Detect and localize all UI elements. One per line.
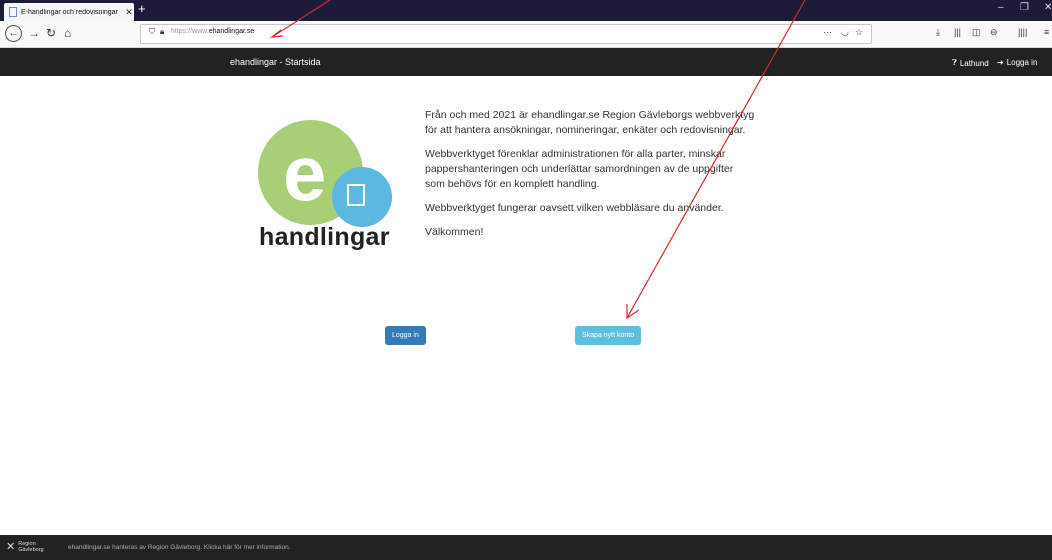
site-footer: ✕ Region Gävleborg ehandlingar.se hanter… xyxy=(0,535,1052,560)
lock-icon[interactable]: 🔒︎ xyxy=(160,27,164,37)
site-title[interactable]: ehandlingar - Startsida xyxy=(230,57,321,67)
menu-icon[interactable]: ≡ xyxy=(1044,27,1049,37)
logo-wordmark: handlingar xyxy=(259,223,390,251)
intro-paragraph: Från och med 2021 är ehandlingar.se Regi… xyxy=(425,109,755,136)
footer-info-link[interactable]: ehandlingar.se hanteras av Region Gävleb… xyxy=(68,544,291,551)
intro-paragraph: Webbverktyget förenklar administrationen… xyxy=(425,148,734,190)
sign-in-icon: ➜ xyxy=(997,58,1004,67)
logo-document-icon xyxy=(347,184,365,206)
logo-letter: e xyxy=(283,129,327,217)
create-account-button[interactable]: Skapa nytt konto xyxy=(575,326,642,345)
welcome-text: Välkommen! xyxy=(425,226,484,238)
back-arrow-icon[interactable]: ← xyxy=(5,25,22,42)
login-link-label: Logga in xyxy=(1006,58,1038,67)
close-window-icon[interactable]: ✕ xyxy=(1044,2,1052,13)
login-link[interactable]: ➜ Logga in xyxy=(997,58,1037,67)
browser-nav-bar: ← → ↻ ⌂ ⛉ 🔒︎ https://www.ehandlingar.se … xyxy=(0,21,1052,48)
extensions-icon[interactable]: |||| xyxy=(1018,27,1027,37)
address-bar[interactable]: ⛉ 🔒︎ https://www.ehandlingar.se ··· ◡ ☆ xyxy=(140,24,872,44)
help-link[interactable]: ❓︎ Lathund xyxy=(952,58,989,68)
minimize-icon[interactable]: – xyxy=(998,2,1004,13)
close-tab-icon[interactable]: ✕ xyxy=(124,7,134,18)
region-bird-icon: ✕ xyxy=(6,541,16,553)
reload-icon[interactable]: ↻ xyxy=(46,26,56,40)
page-actions-icon[interactable]: ··· xyxy=(823,27,832,37)
home-icon[interactable]: ⌂ xyxy=(64,26,71,40)
region-gavleborg-logo[interactable]: ✕ Region Gävleborg xyxy=(6,540,44,554)
site-header: ehandlingar - Startsida ❓︎ Lathund ➜ Log… xyxy=(0,48,1052,76)
intro-text: Från och med 2021 är ehandlingar.se Regi… xyxy=(425,108,755,249)
question-circle-icon: ❓︎ xyxy=(952,58,957,67)
library-icon[interactable]: ||| xyxy=(954,27,961,37)
forward-arrow-icon[interactable]: → xyxy=(28,26,40,40)
restore-icon[interactable]: ❐ xyxy=(1020,2,1029,13)
browser-tab[interactable]: E-handlingar och redovisningar ✕ xyxy=(4,3,134,21)
annotation-arrowhead-create xyxy=(626,304,640,320)
browser-tab-title: E-handlingar och redovisningar xyxy=(21,8,118,16)
bookmark-star-icon[interactable]: ☆ xyxy=(855,27,863,38)
region-name-line2: Gävleborg xyxy=(18,546,44,553)
intro-paragraph: Webbverktyget fungerar oavsett vilken we… xyxy=(425,202,724,214)
help-link-label: Lathund xyxy=(959,58,989,68)
region-name: Region Gävleborg xyxy=(18,541,43,553)
annotation-overlay xyxy=(270,0,806,320)
ehandlingar-logo: e handlingar xyxy=(250,115,400,255)
shield-icon[interactable]: ⛉ xyxy=(149,27,155,37)
sidebar-icon[interactable]: ◫ xyxy=(972,27,981,38)
login-button[interactable]: Logga in xyxy=(385,326,426,345)
page-favicon-icon xyxy=(9,7,17,17)
account-icon[interactable]: ⊖ xyxy=(990,27,998,38)
url-text[interactable]: https://www.ehandlingar.se xyxy=(171,28,254,35)
pocket-icon[interactable]: ◡ xyxy=(841,27,849,38)
download-icon[interactable]: ⤓ xyxy=(936,27,940,38)
browser-tab-strip: E-handlingar och redovisningar ✕ + – ❐ ✕ xyxy=(0,0,1052,21)
new-tab-button[interactable]: + xyxy=(138,2,146,16)
